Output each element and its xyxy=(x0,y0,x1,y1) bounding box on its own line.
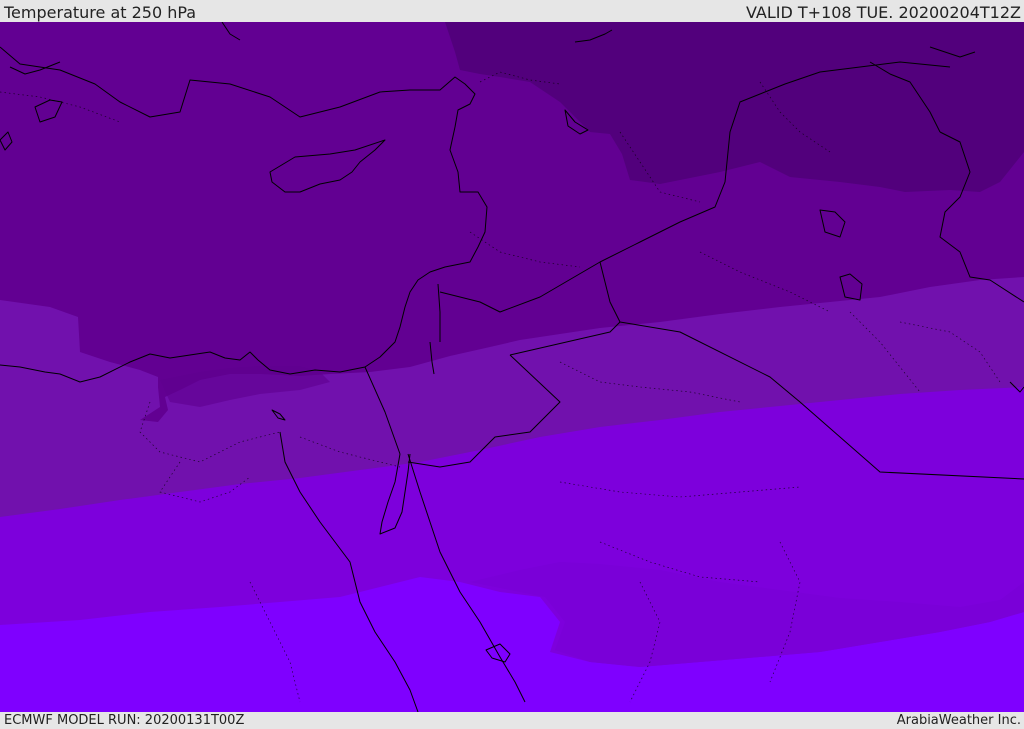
credit-label: ArabiaWeather Inc. xyxy=(896,713,1021,728)
map-footer: ECMWF MODEL RUN: 20200131T00Z ArabiaWeat… xyxy=(0,712,1024,729)
temperature-map xyxy=(0,21,1024,713)
model-run-label: ECMWF MODEL RUN: 20200131T00Z xyxy=(4,713,245,728)
map-header: Temperature at 250 hPa VALID T+108 TUE. … xyxy=(0,0,1024,22)
valid-time: VALID T+108 TUE. 20200204T12Z xyxy=(745,3,1021,22)
map-title: Temperature at 250 hPa xyxy=(4,3,197,22)
